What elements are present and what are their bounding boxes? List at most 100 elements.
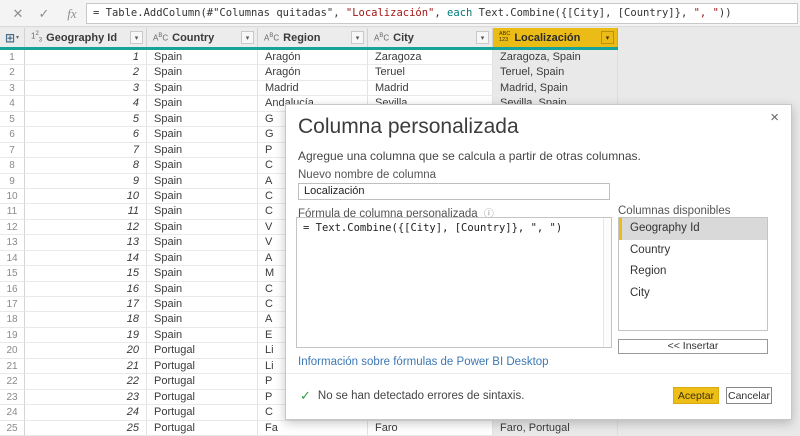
column-header-city[interactable]: ABC City ▾ bbox=[368, 28, 493, 47]
available-column-item[interactable]: City bbox=[619, 283, 767, 305]
custom-formula-textarea[interactable]: = Text.Combine({[City], [Country]}, ", "… bbox=[296, 217, 612, 348]
row-number[interactable]: 19 bbox=[0, 327, 25, 344]
cell-loc[interactable]: Faro, Portugal bbox=[493, 420, 618, 436]
cell-region[interactable]: Fa bbox=[258, 420, 368, 436]
close-icon[interactable]: × bbox=[770, 110, 779, 125]
row-number[interactable]: 13 bbox=[0, 235, 25, 251]
row-number[interactable]: 7 bbox=[0, 142, 25, 159]
cell-geo[interactable]: 18 bbox=[25, 312, 147, 328]
row-number[interactable]: 23 bbox=[0, 389, 25, 406]
column-header-localizacion[interactable]: ABC 123 Localización ▾ bbox=[493, 28, 618, 47]
cell-geo[interactable]: 25 bbox=[25, 420, 147, 436]
commit-formula-icon[interactable]: ✓ bbox=[32, 0, 56, 27]
cell-country[interactable]: Spain bbox=[147, 327, 258, 344]
cell-country[interactable]: Spain bbox=[147, 65, 258, 81]
cell-country[interactable]: Spain bbox=[147, 80, 258, 97]
cell-country[interactable]: Spain bbox=[147, 250, 258, 267]
row-number[interactable]: 15 bbox=[0, 266, 25, 282]
cell-geo[interactable]: 2 bbox=[25, 65, 147, 81]
cell-loc[interactable]: Madrid, Spain bbox=[493, 80, 618, 97]
cell-city[interactable]: Madrid bbox=[368, 80, 493, 97]
insert-button[interactable]: << Insertar bbox=[618, 339, 768, 354]
cell-geo[interactable]: 6 bbox=[25, 127, 147, 143]
cell-country[interactable]: Portugal bbox=[147, 358, 258, 375]
cell-region[interactable]: Aragón bbox=[258, 50, 368, 66]
cell-geo[interactable]: 11 bbox=[25, 204, 147, 220]
cell-geo[interactable]: 16 bbox=[25, 281, 147, 297]
cell-geo[interactable]: 20 bbox=[25, 343, 147, 359]
row-number[interactable]: 4 bbox=[0, 96, 25, 112]
row-number[interactable]: 22 bbox=[0, 374, 25, 390]
cell-geo[interactable]: 10 bbox=[25, 188, 147, 205]
cell-geo[interactable]: 22 bbox=[25, 374, 147, 390]
cell-geo[interactable]: 23 bbox=[25, 389, 147, 406]
cell-geo[interactable]: 7 bbox=[25, 142, 147, 159]
cell-geo[interactable]: 8 bbox=[25, 158, 147, 174]
row-number[interactable]: 24 bbox=[0, 405, 25, 421]
cell-geo[interactable]: 19 bbox=[25, 327, 147, 344]
cell-geo[interactable]: 3 bbox=[25, 80, 147, 97]
cell-geo[interactable]: 4 bbox=[25, 96, 147, 112]
cell-country[interactable]: Spain bbox=[147, 142, 258, 159]
cell-geo[interactable]: 9 bbox=[25, 173, 147, 189]
cell-geo[interactable]: 12 bbox=[25, 219, 147, 236]
row-number[interactable]: 21 bbox=[0, 358, 25, 375]
cell-country[interactable]: Spain bbox=[147, 127, 258, 143]
filter-dropdown-icon[interactable]: ▾ bbox=[601, 31, 614, 44]
row-number[interactable]: 3 bbox=[0, 80, 25, 97]
row-number[interactable]: 5 bbox=[0, 111, 25, 128]
cancel-button[interactable]: Cancelar bbox=[726, 387, 772, 404]
filter-dropdown-icon[interactable]: ▾ bbox=[351, 31, 364, 44]
cell-country[interactable]: Spain bbox=[147, 204, 258, 220]
filter-dropdown-icon[interactable]: ▾ bbox=[130, 31, 143, 44]
row-number[interactable]: 2 bbox=[0, 65, 25, 81]
cell-country[interactable]: Portugal bbox=[147, 343, 258, 359]
row-number[interactable]: 10 bbox=[0, 188, 25, 205]
row-number[interactable]: 18 bbox=[0, 312, 25, 328]
row-number[interactable]: 20 bbox=[0, 343, 25, 359]
column-header-region[interactable]: ABC Region ▾ bbox=[258, 28, 368, 47]
table-corner-button[interactable]: ⊞ ▾ bbox=[0, 28, 25, 47]
cell-geo[interactable]: 24 bbox=[25, 405, 147, 421]
cell-country[interactable]: Spain bbox=[147, 96, 258, 112]
cell-country[interactable]: Portugal bbox=[147, 374, 258, 390]
cell-city[interactable]: Teruel bbox=[368, 65, 493, 81]
accept-button[interactable]: Aceptar bbox=[673, 387, 719, 404]
row-number[interactable]: 16 bbox=[0, 281, 25, 297]
row-number[interactable]: 12 bbox=[0, 219, 25, 236]
cell-country[interactable]: Portugal bbox=[147, 405, 258, 421]
cell-geo[interactable]: 1 bbox=[25, 50, 147, 66]
cell-country[interactable]: Spain bbox=[147, 219, 258, 236]
row-number[interactable]: 1 bbox=[0, 50, 25, 66]
row-number[interactable]: 25 bbox=[0, 420, 25, 436]
cell-country[interactable]: Spain bbox=[147, 312, 258, 328]
row-number[interactable]: 9 bbox=[0, 173, 25, 189]
formula-bar-input[interactable]: = Table.AddColumn(#"Columnas quitadas", … bbox=[86, 3, 798, 24]
available-column-item[interactable]: Country bbox=[619, 240, 767, 262]
cell-country[interactable]: Portugal bbox=[147, 420, 258, 436]
cell-geo[interactable]: 15 bbox=[25, 266, 147, 282]
row-number[interactable]: 6 bbox=[0, 127, 25, 143]
cell-city[interactable]: Faro bbox=[368, 420, 493, 436]
available-column-item[interactable]: Region bbox=[619, 261, 767, 283]
cell-geo[interactable]: 21 bbox=[25, 358, 147, 375]
cell-loc[interactable]: Zaragoza, Spain bbox=[493, 50, 618, 66]
cell-country[interactable]: Spain bbox=[147, 235, 258, 251]
formula-help-link[interactable]: Información sobre fórmulas de Power BI D… bbox=[298, 356, 549, 368]
column-header-country[interactable]: ABC Country ▾ bbox=[147, 28, 258, 47]
row-number[interactable]: 14 bbox=[0, 250, 25, 267]
cell-country[interactable]: Spain bbox=[147, 158, 258, 174]
cell-country[interactable]: Spain bbox=[147, 173, 258, 189]
filter-dropdown-icon[interactable]: ▾ bbox=[476, 31, 489, 44]
discard-formula-icon[interactable]: ✕ bbox=[6, 0, 30, 27]
cell-geo[interactable]: 5 bbox=[25, 111, 147, 128]
cell-geo[interactable]: 17 bbox=[25, 297, 147, 313]
formula-scrollbar[interactable] bbox=[603, 218, 611, 347]
cell-geo[interactable]: 13 bbox=[25, 235, 147, 251]
cell-country[interactable]: Spain bbox=[147, 266, 258, 282]
cell-country[interactable]: Spain bbox=[147, 50, 258, 66]
row-number[interactable]: 8 bbox=[0, 158, 25, 174]
cell-loc[interactable]: Teruel, Spain bbox=[493, 65, 618, 81]
available-column-item[interactable]: Geography Id bbox=[619, 218, 767, 240]
column-header-geography-id[interactable]: 123 Geography Id ▾ bbox=[25, 28, 147, 47]
